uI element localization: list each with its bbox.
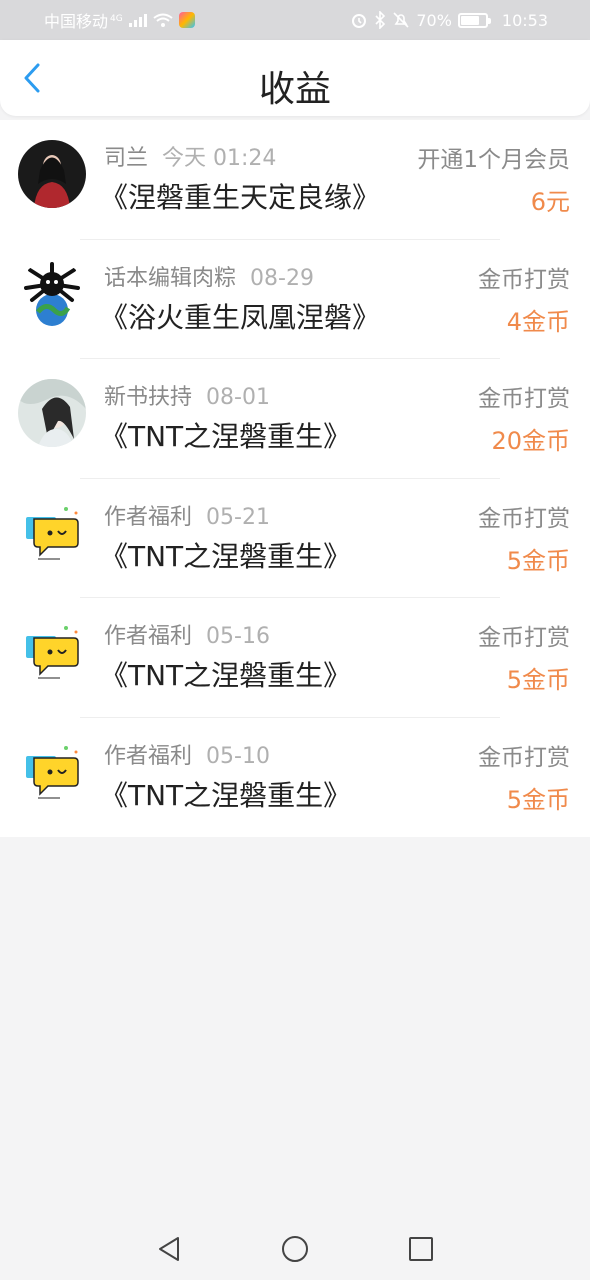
mute-icon [393, 12, 409, 28]
app-notification-icon [178, 12, 195, 28]
earning-amount: 5金币 [506, 785, 570, 814]
user-name: 司兰 [104, 146, 149, 171]
battery-icon [457, 12, 491, 28]
item-meta: 话本编辑肉粽 08-29 [104, 260, 314, 292]
book-title: 《TNT之涅磐重生》 [100, 778, 352, 812]
earning-type: 金币打赏 [478, 744, 570, 771]
user-name: 作者福利 [104, 504, 193, 530]
earning-amount: 5金币 [506, 666, 570, 694]
avatar [18, 379, 86, 447]
battery-percent: 70% [416, 10, 452, 30]
book-title: 《TNT之涅磐重生》 [100, 539, 352, 573]
avatar [18, 737, 86, 806]
user-name: 话本编辑肉粽 [104, 265, 237, 291]
header: 收益 [0, 40, 590, 116]
nav-recents-button[interactable] [406, 1234, 436, 1264]
user-name: 作者福利 [104, 743, 193, 769]
earning-type: 开通1个月会员 [417, 147, 570, 173]
system-navigation-bar [0, 1218, 590, 1280]
user-name: 新书扶持 [104, 385, 193, 410]
earning-type: 金币打赏 [478, 266, 570, 293]
status-left: 中国移动 4G [44, 8, 195, 32]
status-right: 70% 10:53 [350, 11, 548, 30]
avatar [18, 618, 86, 686]
earning-amount: 20金币 [491, 427, 570, 455]
item-meta: 作者福利 05-21 [104, 499, 270, 531]
earning-amount: 5金币 [506, 546, 570, 575]
triangle-back-icon [159, 1237, 179, 1261]
earning-amount: 6元 [530, 188, 570, 216]
earning-type: 金币打赏 [478, 386, 570, 412]
book-title: 《TNT之涅磐重生》 [100, 420, 352, 453]
book-title: 《TNT之涅磐重生》 [100, 659, 352, 692]
book-title: 《浴火重生凤凰涅磐》 [100, 300, 381, 334]
item-date: 05-10 [206, 743, 270, 769]
list-item[interactable]: 作者福利 05-21 《TNT之涅磐重生》 金币打赏 5金币 [0, 479, 590, 598]
item-date: 05-16 [206, 624, 270, 649]
carrier-label: 中国移动 [44, 12, 109, 31]
page-title: 收益 [258, 69, 331, 110]
alarm-icon [352, 14, 367, 28]
user-name: 作者福利 [104, 624, 193, 649]
item-date: 今天 01:24 [162, 146, 277, 171]
list-item[interactable]: 作者福利 05-16 《TNT之涅磐重生》 金币打赏 5金币 [0, 598, 590, 718]
item-date: 08-29 [250, 265, 314, 291]
list-item[interactable]: 司兰 今天 01:24 《涅磐重生天定良缘》 开通1个月会员 6元 [0, 120, 590, 240]
list-item[interactable]: 作者福利 05-10 《TNT之涅磐重生》 金币打赏 5金币 [0, 718, 590, 838]
item-date: 08-01 [206, 385, 270, 410]
nav-back-button[interactable] [154, 1234, 184, 1264]
item-meta: 司兰 今天 01:24 [104, 140, 276, 172]
list-item[interactable]: 新书扶持 08-01 《TNT之涅磐重生》 金币打赏 20金币 [0, 359, 590, 479]
circle-home-icon [282, 1236, 308, 1262]
earning-type: 金币打赏 [478, 505, 570, 532]
wifi-icon [153, 13, 173, 27]
square-recents-icon [409, 1237, 433, 1261]
item-meta: 作者福利 05-16 [104, 618, 270, 650]
network-label: 4G [110, 14, 123, 24]
nav-home-button[interactable] [280, 1234, 310, 1264]
earnings-list: 司兰 今天 01:24 《涅磐重生天定良缘》 开通1个月会员 6元 话本编辑肉粽 0… [0, 120, 590, 837]
earning-type: 金币打赏 [478, 625, 570, 651]
bluetooth-icon [375, 11, 386, 29]
item-meta: 新书扶持 08-01 [104, 379, 270, 411]
item-date: 05-21 [206, 504, 270, 530]
item-meta: 作者福利 05-10 [104, 738, 270, 770]
avatar [18, 259, 86, 328]
clock: 10:53 [501, 10, 548, 30]
book-title: 《涅磐重生天定良缘》 [100, 181, 381, 214]
list-item[interactable]: 话本编辑肉粽 08-29 《浴火重生凤凰涅磐》 金币打赏 4金币 [0, 240, 590, 359]
earning-amount: 4金币 [506, 307, 570, 336]
avatar [18, 140, 86, 208]
avatar [18, 498, 86, 567]
status-bar: 中国移动 4G 70% 10:53 [0, 0, 590, 40]
signal-icon [128, 13, 147, 27]
